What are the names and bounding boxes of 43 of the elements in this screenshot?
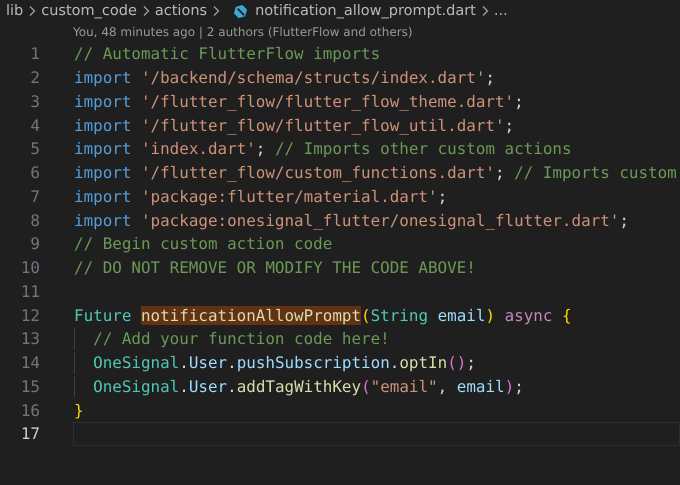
line-number: 13 xyxy=(20,329,40,348)
line-number: 16 xyxy=(20,400,40,420)
code-line: // Add your function code here! xyxy=(92,329,390,348)
line-number: 15 xyxy=(20,376,40,396)
line-number: 14 xyxy=(20,353,40,372)
line-number: 6 xyxy=(29,163,40,182)
line-number: 11 xyxy=(20,282,40,301)
code-line: import 'package:flutter/material.dart'; xyxy=(74,186,448,206)
code-line: import 'index.dart'; // Imports other custom actions xyxy=(74,139,572,158)
code-line: import '/flutter_flow/custom_functions.dart'; // Imports custom xyxy=(74,163,677,182)
code-line: OneSignal.User.addTagWithKey("email", email); xyxy=(92,376,524,396)
chevron-right-icon xyxy=(28,5,36,17)
line-number: 3 xyxy=(29,92,40,111)
code-line: import '/flutter_flow/flutter_flow_util.dart'; xyxy=(74,116,514,135)
code-line: import '/backend/schema/structs/index.dart'; xyxy=(74,68,495,88)
line-number: 5 xyxy=(29,139,40,158)
code-line: } xyxy=(74,400,84,420)
codelens-text[interactable]: You, 48 minutes ago | 2 authors (FlutterFlow and others) xyxy=(73,22,680,42)
line-number: 12 xyxy=(20,306,40,325)
line-number: 8 xyxy=(29,210,40,230)
code-line: import 'package:onesignal_flutter/onesignal_flutter.dart'; xyxy=(74,210,629,230)
code-line: OneSignal.User.pushSubscription.optIn(); xyxy=(92,353,476,372)
line-number: 4 xyxy=(29,116,40,135)
chevron-right-icon xyxy=(480,5,489,17)
chevron-right-icon xyxy=(142,5,150,17)
breadcrumb-item[interactable]: custom_code xyxy=(41,0,137,22)
line-number: 1 xyxy=(29,44,40,64)
code-line: // DO NOT REMOVE OR MODIFY THE CODE ABOVE! xyxy=(74,258,476,278)
breadcrumb-item[interactable]: lib xyxy=(6,0,24,22)
code-line: // Automatic FlutterFlow imports xyxy=(74,44,380,64)
code-line: import '/flutter_flow/flutter_flow_theme.dart'; xyxy=(74,92,524,111)
breadcrumb-item[interactable]: ... xyxy=(494,0,508,22)
line-number: 17 xyxy=(20,424,40,444)
code-line: // Begin custom action code xyxy=(74,234,332,254)
line-number: 10 xyxy=(20,258,40,278)
chevron-right-icon xyxy=(212,5,220,17)
line-number: 7 xyxy=(29,186,40,206)
dart-file-icon xyxy=(233,4,248,18)
breadcrumb-item[interactable]: actions xyxy=(154,0,208,22)
code-line: Future notificationAllowPrompt(String email) async { xyxy=(74,306,572,325)
line-number: 2 xyxy=(29,68,40,88)
line-number: 9 xyxy=(29,234,40,254)
breadcrumb-item[interactable]: notification_allow_prompt.dart xyxy=(255,0,476,22)
